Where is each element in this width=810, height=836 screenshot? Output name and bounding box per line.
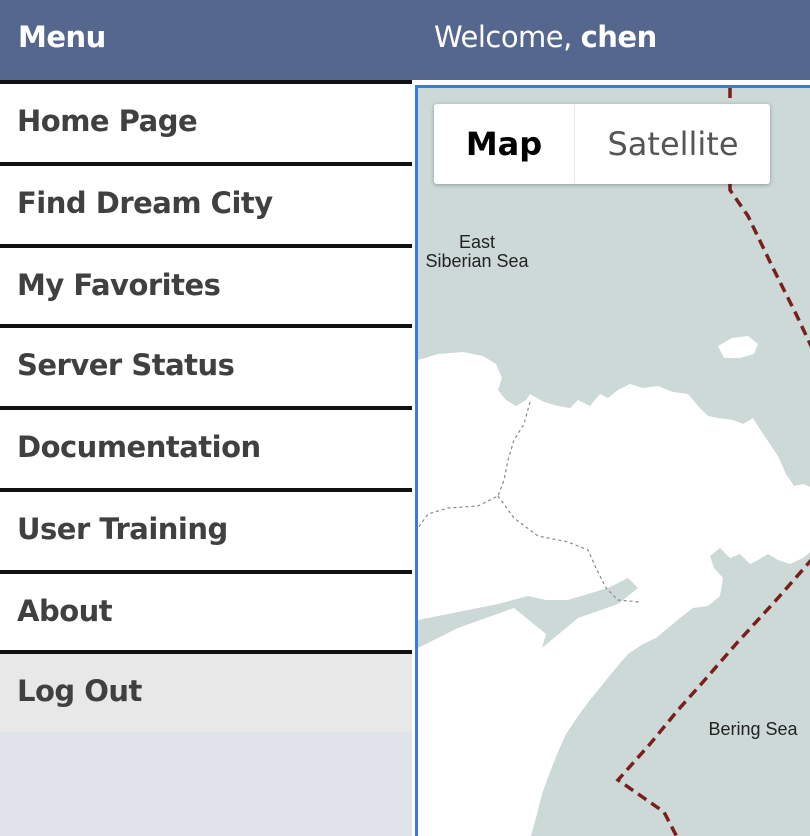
island [718, 336, 758, 358]
sidebar-item-documentation[interactable]: Documentation [0, 406, 412, 488]
welcome-message: Welcome, chen [434, 20, 657, 54]
sidebar-item-label: Documentation [17, 430, 261, 464]
menu-title: Menu [18, 20, 106, 54]
sea-label-line2: Siberian Sea [425, 251, 529, 271]
username: chen [580, 20, 658, 54]
map-type-control: Map Satellite [434, 104, 770, 184]
sea-label-line1: East [458, 232, 496, 252]
sidebar-item-find-dream-city[interactable]: Find Dream City [0, 162, 412, 244]
sidebar-menu: Home Page Find Dream City My Favorites S… [0, 80, 412, 836]
top-bar: Menu Welcome, chen [0, 0, 810, 80]
sidebar-item-about[interactable]: About [0, 570, 412, 652]
sea-label-bering: Bering Sea [708, 719, 798, 739]
sidebar-item-label: Home Page [17, 104, 198, 138]
sidebar-item-server-status[interactable]: Server Status [0, 324, 412, 406]
sidebar-item-label: My Favorites [17, 268, 221, 302]
map-type-map-button[interactable]: Map [434, 104, 574, 184]
sidebar-item-label: Log Out [17, 674, 142, 708]
map-view[interactable]: East Siberian Sea Bering Sea [415, 85, 810, 836]
sidebar-item-user-training[interactable]: User Training [0, 488, 412, 570]
sidebar-item-my-favorites[interactable]: My Favorites [0, 244, 412, 326]
sidebar-item-home-page[interactable]: Home Page [0, 80, 412, 162]
map-type-satellite-button[interactable]: Satellite [574, 104, 771, 184]
welcome-prefix: Welcome, [434, 20, 581, 54]
sea-label-east-siberian: East Siberian Sea [422, 233, 532, 271]
sidebar-item-label: About [17, 594, 113, 628]
sidebar-item-label: Find Dream City [17, 186, 273, 220]
sidebar-item-label: Server Status [17, 348, 235, 382]
sidebar-item-log-out[interactable]: Log Out [0, 650, 412, 732]
sidebar-item-label: User Training [17, 512, 228, 546]
